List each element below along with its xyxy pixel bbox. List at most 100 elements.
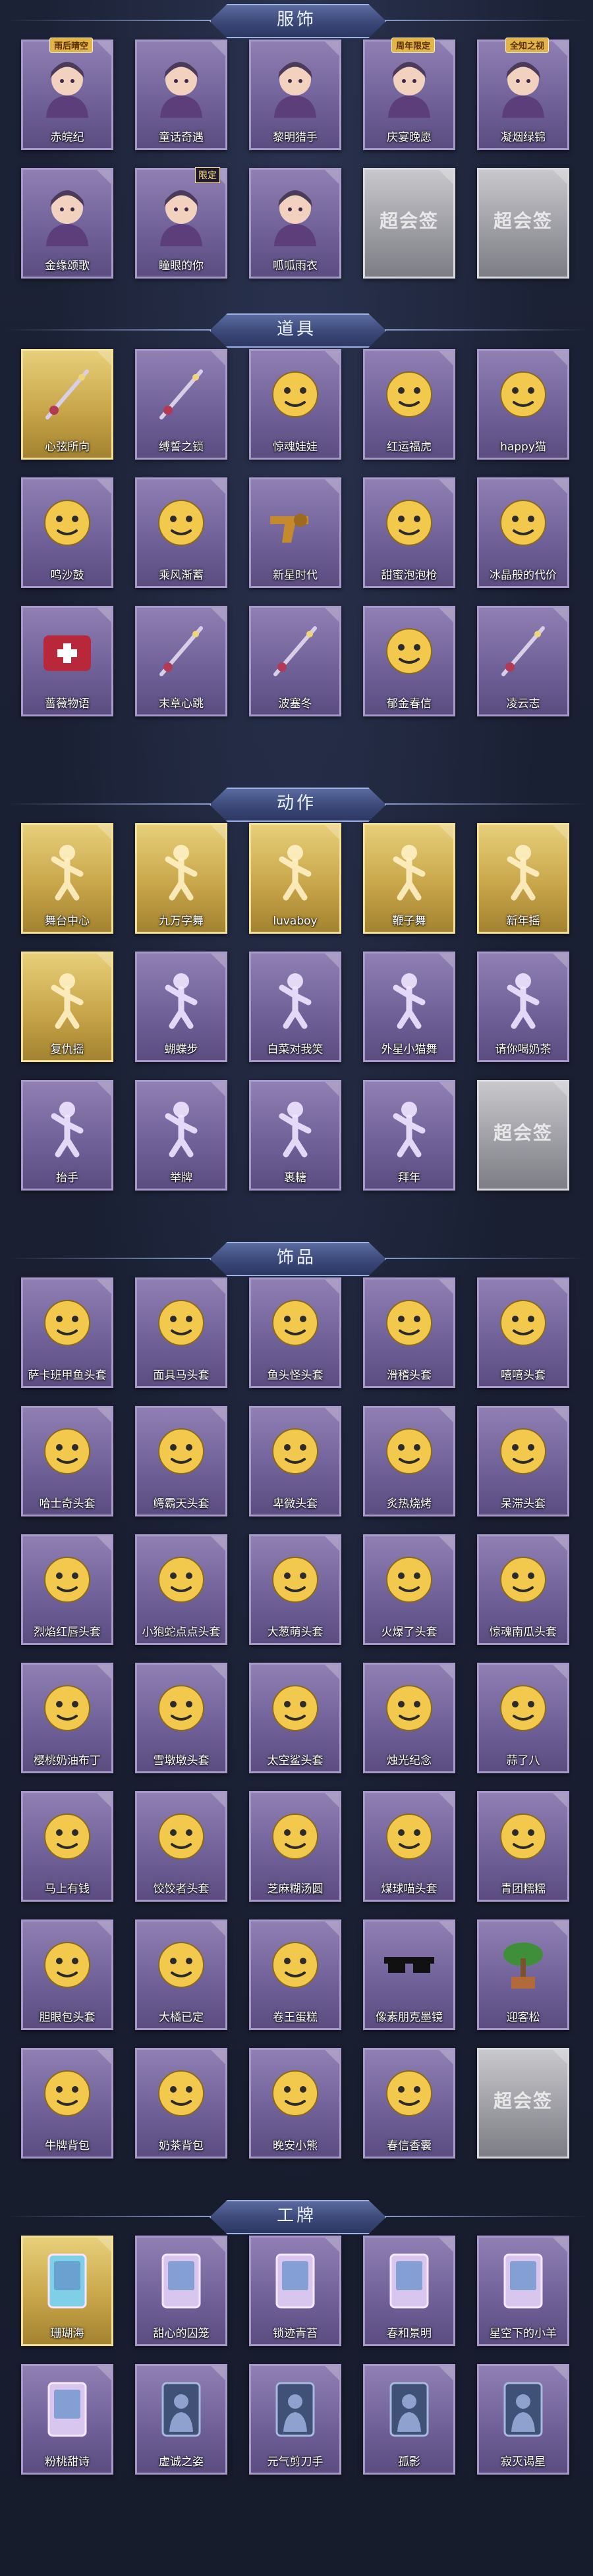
item-card[interactable]: 心弦所向 <box>21 349 113 460</box>
item-card[interactable]: 超会签 <box>477 1080 569 1191</box>
item-card[interactable]: 马上有钱 <box>21 1791 113 1902</box>
item-card[interactable]: 像素朋克墨镜 <box>363 1919 455 2030</box>
item-card[interactable]: 蔷薇物语 <box>21 606 113 716</box>
item-card[interactable]: 郁金春信 <box>363 606 455 716</box>
item-card[interactable]: 卑微头套 <box>249 1406 341 1516</box>
item-card[interactable]: 鱼头怪头套 <box>249 1277 341 1388</box>
item-card[interactable]: 太空鲨头套 <box>249 1663 341 1773</box>
item-card[interactable]: 春和景明 <box>363 2236 455 2346</box>
item-card[interactable]: 蒜了八 <box>477 1663 569 1773</box>
item-card[interactable]: 超会签 <box>363 168 455 279</box>
item-card[interactable]: 星空下的小羊 <box>477 2236 569 2346</box>
item-label: 波塞冬 <box>278 697 312 711</box>
item-card[interactable]: 嘻嘻头套 <box>477 1277 569 1388</box>
section-title: 服饰 <box>276 10 316 30</box>
item-card[interactable]: 限定 瞳眼的你 <box>135 167 227 279</box>
section-title: 工牌 <box>276 2206 316 2226</box>
item-card[interactable]: 波塞冬 <box>249 606 341 716</box>
item-card[interactable]: 寂灭谒星 <box>477 2364 569 2475</box>
item-card[interactable]: 粉桃甜诗 <box>21 2364 113 2475</box>
item-card[interactable]: 鞭子舞 <box>363 823 455 934</box>
item-card[interactable]: 大橘已定 <box>135 1919 227 2030</box>
item-card[interactable]: 小狍蛇点点头套 <box>135 1534 227 1645</box>
item-card[interactable]: 奶茶背包 <box>135 2048 227 2159</box>
item-card[interactable]: luvaboy <box>249 823 341 934</box>
item-card[interactable]: 面具马头套 <box>135 1277 227 1388</box>
item-card[interactable]: 樱桃奶油布丁 <box>21 1663 113 1773</box>
item-card[interactable]: 饺饺者头套 <box>135 1791 227 1902</box>
item-card[interactable]: 外星小猫舞 <box>363 952 455 1062</box>
item-card[interactable]: 白菜对我笑 <box>249 952 341 1062</box>
item-card[interactable]: 珊瑚海 <box>21 2236 113 2346</box>
item-card[interactable]: 呱呱雨衣 <box>249 168 341 279</box>
item-card[interactable]: 火爆了头套 <box>363 1534 455 1645</box>
item-card[interactable]: 晚安小熊 <box>249 2048 341 2159</box>
item-card[interactable]: 九万字舞 <box>135 823 227 934</box>
item-card[interactable]: 虚诚之姿 <box>135 2364 227 2475</box>
lantern-icon <box>146 486 216 560</box>
item-card[interactable]: 胆眼包头套 <box>21 1919 113 2030</box>
item-card[interactable]: 滑稽头套 <box>363 1277 455 1388</box>
item-card[interactable]: 元气剪刀手 <box>249 2364 341 2475</box>
item-card[interactable]: 末章心跳 <box>135 606 227 716</box>
item-card[interactable]: 红运福虎 <box>363 349 455 460</box>
item-card[interactable]: 烈焰红唇头套 <box>21 1534 113 1645</box>
item-card[interactable]: 复仇摇 <box>21 952 113 1062</box>
item-card[interactable]: 鸣沙鼓 <box>21 477 113 588</box>
item-card[interactable]: 周年限定 庆宴晚愿 <box>363 38 455 150</box>
item-card[interactable]: 乘风渐蓄 <box>135 477 227 588</box>
snowman-icon <box>146 1671 216 1745</box>
item-card[interactable]: 呆滞头套 <box>477 1406 569 1516</box>
item-card[interactable]: 新年摇 <box>477 823 569 934</box>
card-corner <box>553 1082 567 1096</box>
item-label: 牛牌背包 <box>45 2139 90 2153</box>
item-card[interactable]: 惊魂南瓜头套 <box>477 1534 569 1645</box>
qr-bag-icon <box>146 2056 216 2130</box>
item-card[interactable]: 青团糯糯 <box>477 1791 569 1902</box>
item-card[interactable]: 裹糖 <box>249 1080 341 1191</box>
item-label: 裹糖 <box>284 1171 306 1185</box>
item-card[interactable]: 雪墩墩头套 <box>135 1663 227 1773</box>
item-card[interactable]: 锁迹青苔 <box>249 2236 341 2346</box>
item-card[interactable]: 炙热烧烤 <box>363 1406 455 1516</box>
item-card[interactable]: 金缘颂歌 <box>21 168 113 279</box>
tiger-icon <box>374 358 444 431</box>
item-card[interactable]: 抬手 <box>21 1080 113 1191</box>
item-label: 复仇摇 <box>50 1043 84 1056</box>
item-card[interactable]: 黎明猎手 <box>249 40 341 150</box>
item-card[interactable]: 萨卡班甲鱼头套 <box>21 1277 113 1388</box>
item-label: 抬手 <box>56 1171 78 1185</box>
item-card[interactable]: 超会签 <box>477 168 569 279</box>
item-card[interactable]: 煤球喵头套 <box>363 1791 455 1902</box>
item-card[interactable]: 牛牌背包 <box>21 2048 113 2159</box>
item-card[interactable]: 举牌 <box>135 1080 227 1191</box>
item-card[interactable]: 冰晶般的代价 <box>477 477 569 588</box>
item-card[interactable]: 甜心的囚笼 <box>135 2236 227 2346</box>
item-card[interactable]: 哈士奇头套 <box>21 1406 113 1516</box>
item-card[interactable]: 全知之视 凝烟绿锦 <box>477 38 569 150</box>
item-card[interactable]: 孤影 <box>363 2364 455 2475</box>
garlic-icon <box>488 1671 558 1745</box>
item-card[interactable]: 卷王蛋糕 <box>249 1919 341 2030</box>
item-card[interactable]: 大葱萌头套 <box>249 1534 341 1645</box>
item-card[interactable]: 缚誓之锁 <box>135 349 227 460</box>
item-card[interactable]: 凌云志 <box>477 606 569 716</box>
item-card[interactable]: 拜年 <box>363 1080 455 1191</box>
item-card[interactable]: happy猫 <box>477 349 569 460</box>
item-card[interactable]: 甜蜜泡泡枪 <box>363 477 455 588</box>
portrait-icon <box>374 48 444 122</box>
item-card[interactable]: 请你喝奶茶 <box>477 952 569 1062</box>
item-card[interactable]: 芝麻糊汤圆 <box>249 1791 341 1902</box>
item-card[interactable]: 童话奇遇 <box>135 40 227 150</box>
item-card[interactable]: 新星时代 <box>249 477 341 588</box>
item-card[interactable]: 迎客松 <box>477 1919 569 2030</box>
item-card[interactable]: 超会签 <box>477 2048 569 2159</box>
item-card[interactable]: 烛光纪念 <box>363 1663 455 1773</box>
item-card[interactable]: 舞台中心 <box>21 823 113 934</box>
item-card[interactable]: 蝴蝶步 <box>135 952 227 1062</box>
item-card[interactable]: 鳄霸天头套 <box>135 1406 227 1516</box>
pose-icon <box>32 832 102 905</box>
item-card[interactable]: 惊魂娃娃 <box>249 349 341 460</box>
item-card[interactable]: 雨后晴空 赤皖纪 <box>21 38 113 150</box>
item-card[interactable]: 春信香囊 <box>363 2048 455 2159</box>
